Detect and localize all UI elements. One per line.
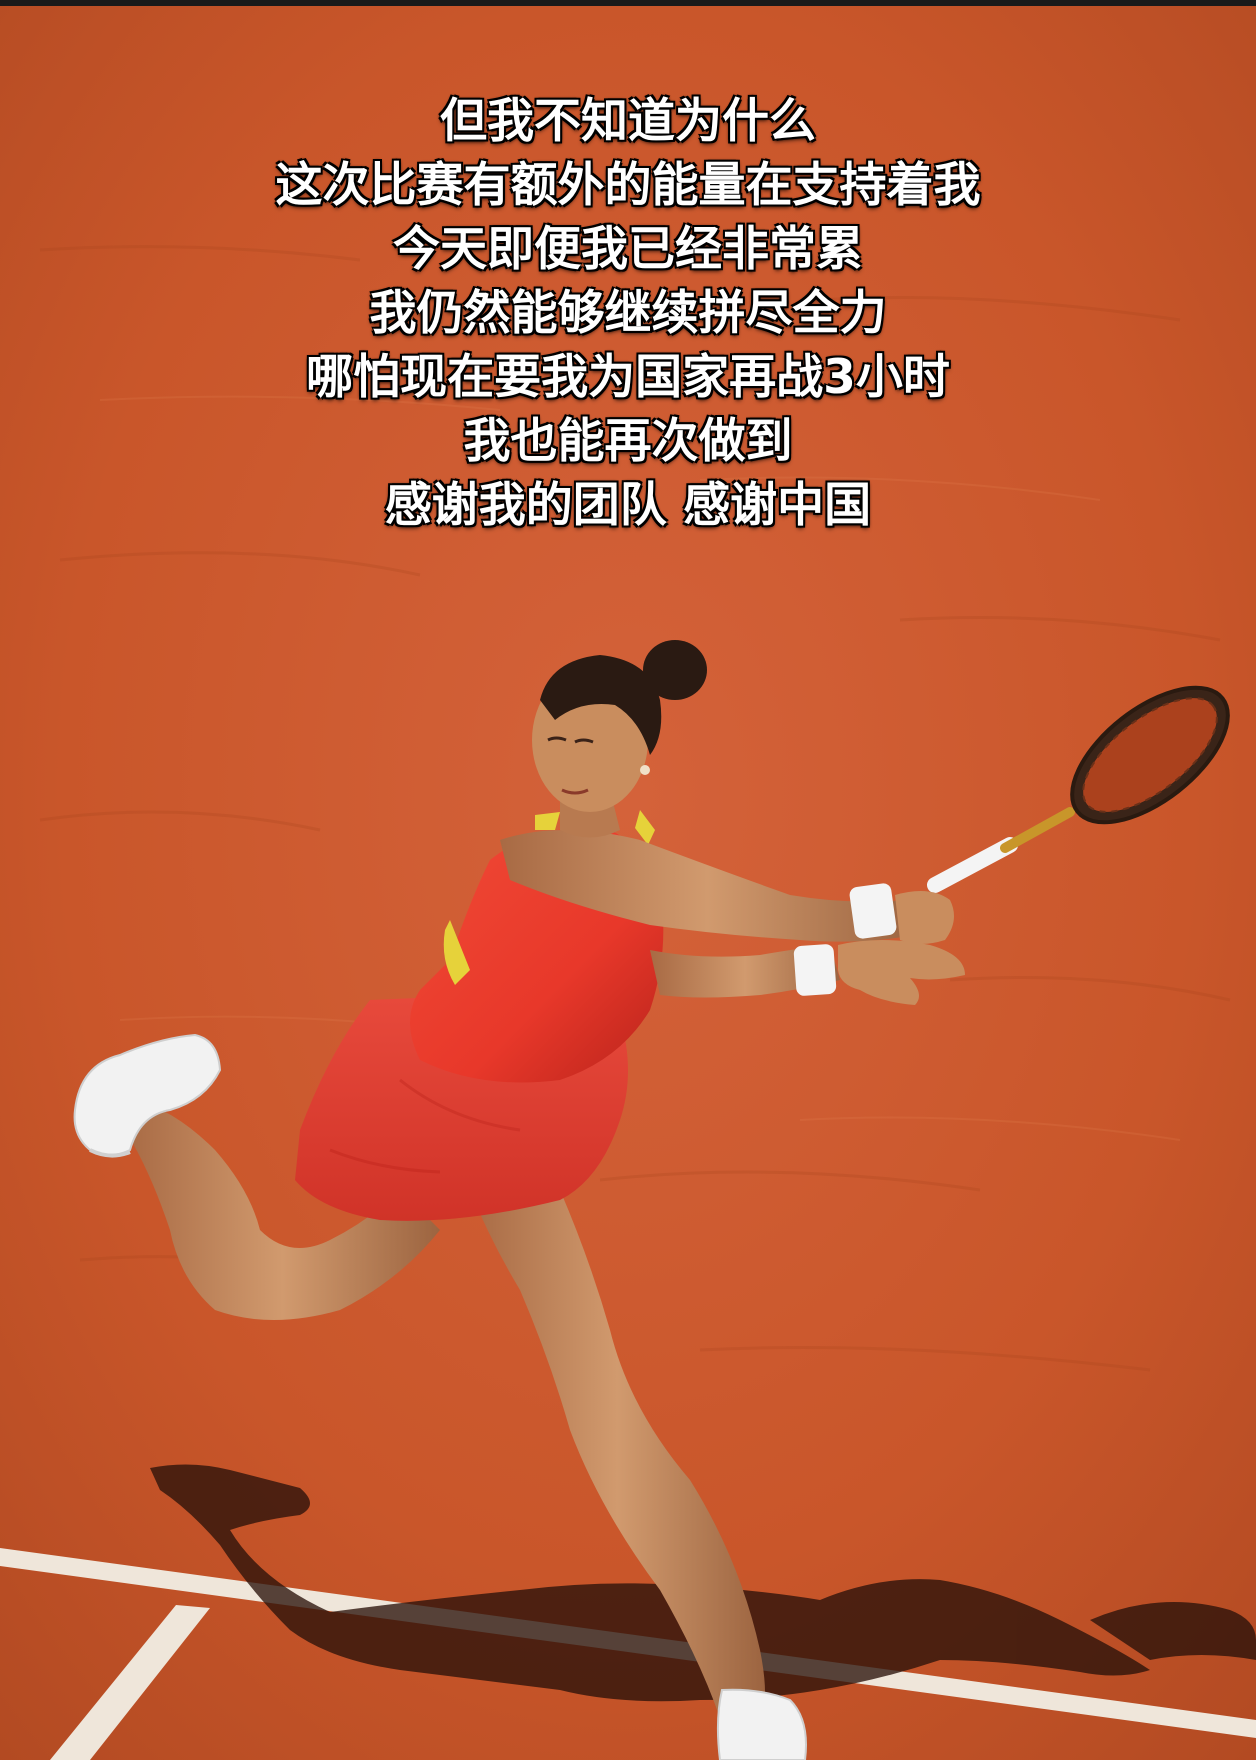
caption-line: 今天即便我已经非常累	[393, 222, 863, 277]
caption-line: 我也能再次做到	[463, 414, 793, 469]
caption-line: 感谢我的团队 感谢中国	[384, 478, 872, 533]
caption-line: 哪怕现在要我为国家再战3小时	[306, 350, 950, 405]
photo-scene: 但我不知道为什么 这次比赛有额外的能量在支持着我 今天即便我已经非常累 我仍然能…	[0, 0, 1256, 1760]
caption-line: 我仍然能够继续拼尽全力	[369, 286, 887, 341]
top-edge-bar	[0, 0, 1256, 6]
caption-overlay: 但我不知道为什么 这次比赛有额外的能量在支持着我 今天即便我已经非常累 我仍然能…	[0, 90, 1256, 538]
caption-line: 但我不知道为什么	[440, 94, 816, 149]
caption-line: 这次比赛有额外的能量在支持着我	[275, 158, 981, 213]
